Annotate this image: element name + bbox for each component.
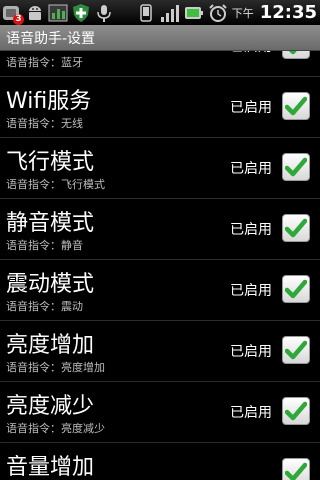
notification-count-badge: 3	[13, 13, 24, 25]
voice-command-label: 语音指令：蓝牙	[6, 56, 83, 69]
chart-icon[interactable]	[48, 3, 68, 23]
setting-name: 飞行模式	[6, 150, 95, 175]
checkmark-icon	[288, 51, 297, 55]
list-item[interactable]: Wifi服务语音指令：无线 已启用	[0, 77, 320, 138]
setting-name: 静音模式	[6, 211, 95, 236]
setting-name: 震动模式	[6, 272, 95, 297]
alarm-clock-icon	[208, 3, 228, 23]
status-label: 已启用	[230, 344, 272, 360]
list-item[interactable]: 蓝牙服务语音指令：蓝牙已启用	[0, 51, 320, 77]
enable-checkbox[interactable]	[282, 153, 310, 181]
list-item[interactable]: 音量增加	[0, 443, 320, 480]
voice-command-label: 语音指令：震动	[6, 300, 83, 313]
vibrate-icon	[136, 3, 156, 23]
checkmark-icon	[285, 218, 307, 238]
enable-checkbox[interactable]	[282, 51, 310, 59]
microphone-icon[interactable]	[94, 3, 114, 23]
checkmark-icon	[285, 462, 307, 480]
system-icons: 下午 12:35	[136, 2, 317, 23]
setting-name: Wifi服务	[6, 89, 92, 114]
list-item[interactable]: 震动模式语音指令：震动 已启用	[0, 260, 320, 321]
title-bar: 语音助手-设置	[0, 25, 320, 51]
list-item[interactable]: 飞行模式语音指令：飞行模式 已启用	[0, 138, 320, 199]
list-item[interactable]: 亮度增加语音指令：亮度增加 已启用	[0, 321, 320, 382]
enable-checkbox[interactable]	[282, 275, 310, 303]
checkmark-icon	[285, 340, 307, 360]
enable-checkbox[interactable]	[282, 336, 310, 364]
status-label: 已启用	[230, 405, 272, 421]
voice-command-label: 语音指令：飞行模式	[6, 178, 105, 191]
status-bar: 3 下午 12:35	[0, 0, 320, 25]
status-label: 已启用	[230, 222, 272, 238]
enable-checkbox[interactable]	[282, 92, 310, 120]
battery-icon	[184, 3, 204, 23]
status-label: 已启用	[230, 283, 272, 299]
android-icon[interactable]	[25, 3, 45, 23]
notification-icons: 3	[2, 2, 114, 25]
page-title: 语音助手-设置	[6, 31, 96, 47]
list-item[interactable]: 亮度减少语音指令：亮度减少 已启用	[0, 382, 320, 443]
status-label: 已启用	[230, 161, 272, 177]
checkmark-icon	[285, 157, 307, 177]
setting-name: 亮度增加	[6, 333, 95, 358]
signal-icon	[160, 3, 180, 23]
voice-command-label: 语音指令：亮度减少	[6, 422, 105, 435]
settings-list[interactable]: 蓝牙服务语音指令：蓝牙已启用Wifi服务语音指令：无线已启用飞行模式语音指令：飞…	[0, 51, 320, 480]
list-item[interactable]: 静音模式语音指令：静音 已启用	[0, 199, 320, 260]
enable-checkbox[interactable]	[282, 458, 310, 480]
status-label: 已启用	[230, 51, 272, 56]
checkmark-icon	[285, 401, 307, 421]
status-clock: 12:35	[259, 2, 317, 23]
setting-name: 音量增加	[6, 455, 95, 480]
voice-command-label: 语音指令：静音	[6, 239, 83, 252]
voice-command-label: 语音指令：无线	[6, 117, 83, 130]
shield-plus-icon[interactable]	[71, 3, 91, 23]
checkmark-icon	[285, 96, 307, 116]
enable-checkbox[interactable]	[282, 214, 310, 242]
status-label: 已启用	[230, 100, 272, 116]
enable-checkbox[interactable]	[282, 397, 310, 425]
ampm-indicator: 下午	[231, 6, 254, 20]
app-notification-icon[interactable]: 3	[2, 3, 24, 25]
voice-command-label: 语音指令：亮度增加	[6, 361, 105, 374]
setting-name: 亮度减少	[6, 394, 95, 419]
checkmark-icon	[285, 279, 307, 299]
